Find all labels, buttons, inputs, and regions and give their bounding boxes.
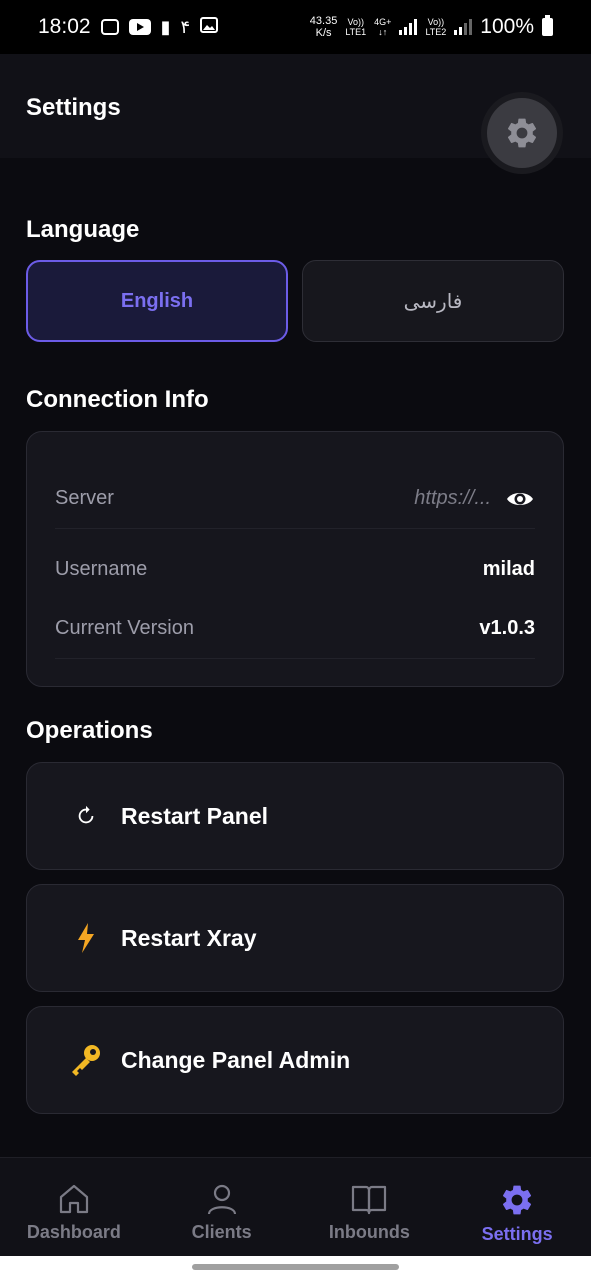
status-bar: 18:02 ▮ ۴ 43.35 K/s Vo)) LTE1 4G+ ↓↑ Vo)… [0,0,591,54]
sim1-net: 4G+ [374,17,392,27]
language-english-button[interactable]: English [26,260,288,342]
language-farsi-button[interactable]: فارسی [302,260,564,342]
page-title: Settings [26,94,121,121]
operations-section-title: Operations [26,717,153,744]
status-right: 43.35 K/s Vo)) LTE1 4G+ ↓↑ Vo)) LTE2 100… [310,15,553,39]
gear-icon [503,1185,532,1215]
server-label: Server [55,487,114,509]
username-row: Username milad [55,539,535,599]
key-icon [67,1041,105,1079]
nav-clients[interactable]: Clients [148,1158,296,1256]
instagram-icon [100,19,119,35]
nav-inbounds[interactable]: Inbounds [296,1158,444,1256]
gear-icon [507,118,537,148]
status-time: 18:02 [38,15,91,38]
sim2-bottom: LTE2 [425,27,447,37]
app-icon: ▮ [160,16,171,37]
restart-panel-button[interactable]: Restart Panel [26,762,564,870]
change-panel-admin-label: Change Panel Admin [121,1046,351,1073]
settings-fab-inner [487,98,557,168]
sim2-volte: Vo)) LTE2 [425,17,446,37]
battery-percent: 100% [480,15,534,38]
settings-fab-button[interactable] [481,92,563,174]
sim1-network-type: 4G+ ↓↑ [374,17,391,37]
restart-icon [67,797,105,835]
change-panel-admin-button[interactable]: Change Panel Admin [26,1006,564,1114]
connection-section-title: Connection Info [26,386,209,413]
battery-icon [542,15,553,36]
version-row: Current Version v1.0.3 [55,599,535,659]
language-farsi-label: فارسی [403,290,463,313]
nav-dashboard[interactable]: Dashboard [0,1158,148,1256]
nav-clients-label: Clients [191,1222,252,1242]
language-section-title: Language [26,216,140,243]
restart-xray-label: Restart Xray [121,924,257,951]
username-value: milad [482,557,535,580]
version-label: Current Version [55,617,194,639]
data-arrows-icon: ↓↑ [378,27,388,37]
persian-digit-icon: ۴ [180,16,191,37]
sim2-top: Vo)) [427,17,445,27]
bottom-navigation: Dashboard Clients Inbounds Settings [0,1157,591,1256]
connection-info-card: Server https://... Username milad Curren… [26,431,564,687]
restart-xray-button[interactable]: Restart Xray [26,884,564,992]
username-label: Username [55,557,148,580]
user-icon [207,1184,236,1215]
youtube-icon [128,19,151,35]
server-value-group: https://... [414,487,535,510]
lightning-icon [67,919,105,957]
sim1-top: Vo)) [347,17,364,27]
eye-icon[interactable] [505,488,535,510]
sim1-volte: Vo)) LTE1 [345,17,366,37]
version-value: v1.0.3 [479,617,535,639]
server-row: Server https://... [55,469,535,529]
image-icon [200,16,219,38]
home-icon [59,1184,88,1214]
net-speed-unit: K/s [315,27,332,39]
language-english-label: English [120,289,194,312]
nav-settings-label: Settings [481,1224,553,1244]
book-icon [352,1185,387,1215]
net-speed-value: 43.35 [309,15,338,27]
nav-dashboard-label: Dashboard [26,1222,121,1242]
nav-settings[interactable]: Settings [443,1158,591,1256]
signal-2-icon [454,19,473,35]
sim1-bottom: LTE1 [345,27,367,37]
status-left: 18:02 ▮ ۴ [38,15,219,39]
server-value: https://... [414,487,491,509]
gesture-handle[interactable] [192,1264,399,1270]
restart-panel-label: Restart Panel [121,802,269,829]
nav-inbounds-label: Inbounds [328,1222,410,1242]
network-speed: 43.35 K/s [310,15,338,39]
signal-1-icon [399,19,418,35]
